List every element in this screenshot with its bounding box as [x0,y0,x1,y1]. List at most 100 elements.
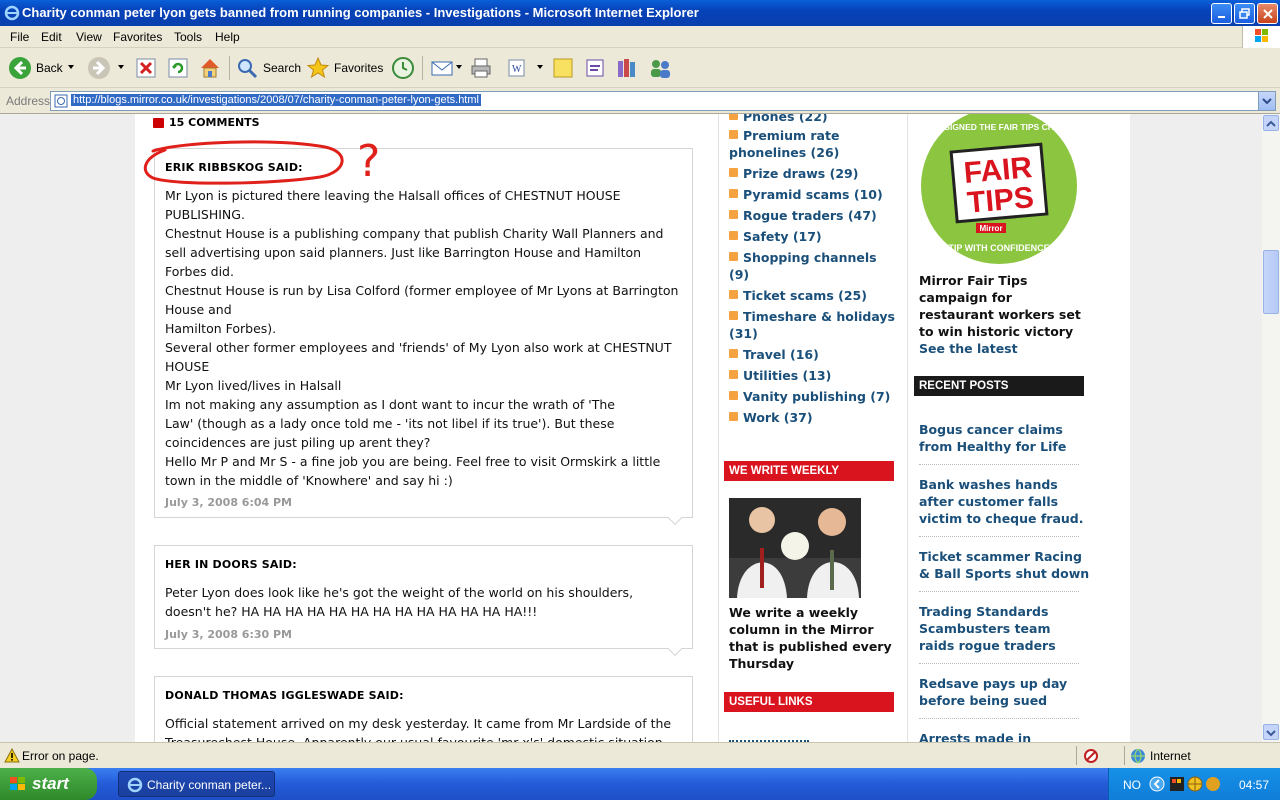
start-label: start [32,774,69,793]
search-button[interactable]: Search [235,54,301,82]
menu-file[interactable]: File [10,30,29,44]
warning-icon [4,748,20,763]
edit-button[interactable]: W [505,54,529,82]
category-travel[interactable]: Travel (16) [729,346,897,363]
recent-post-link[interactable]: Bogus cancer claims from Healthy for Lif… [919,421,1066,455]
category-premium-rate[interactable]: Premium rate phonelines (26) [729,127,897,161]
recent-post-link[interactable]: Ticket scammer Racing & Ball Sports shut… [919,548,1089,582]
category-ticket-scams[interactable]: Ticket scams (25) [729,287,897,304]
recent-post-link[interactable]: Arrests made in [919,730,1031,742]
stop-button[interactable] [135,54,157,82]
menu-tools[interactable]: Tools [174,30,202,44]
rss-icon [729,290,738,299]
scroll-thumb[interactable] [1263,250,1279,314]
back-button[interactable]: Back [8,54,63,82]
category-safety[interactable]: Safety (17) [729,228,897,245]
recent-post-link[interactable]: Redsave pays up day before being sued [919,675,1067,709]
network-icon[interactable] [1187,776,1203,792]
comment-line: PUBLISHING. [165,207,245,222]
back-label: Back [36,61,63,75]
star-icon [306,56,330,79]
fair-tips-link[interactable]: See the latest [919,340,1018,357]
start-button[interactable]: start [0,768,97,800]
category-phones[interactable]: Phones (22) [729,114,897,125]
window-title: Charity conman peter lyon gets banned fr… [22,5,699,20]
vertical-scrollbar[interactable] [1262,114,1280,742]
fair-tips-text: Mirror Fair Tips campaign for restaurant… [919,273,1081,339]
fair-tips-badge[interactable]: FAIR TIPS WE'VE SIGNED THE FAIR TIPS CHA… [918,114,1080,266]
taskbar-item-label: Charity conman peter... [147,778,272,792]
status-text[interactable]: Error on page. [22,749,99,763]
maximize-button[interactable] [1234,3,1255,24]
back-dropdown-icon[interactable] [68,65,74,69]
comment-date: July 3, 2008 6:04 PM [165,496,292,509]
rss-icon [729,168,738,177]
category-utilities[interactable]: Utilities (13) [729,367,897,384]
columnists-photo [729,498,861,598]
category-shopping-channels[interactable]: Shopping channels (9) [729,249,897,283]
mail-dropdown-icon[interactable] [456,65,462,69]
rss-icon [729,130,738,139]
comment-line: HOUSE [165,359,210,374]
refresh-button[interactable] [167,54,189,82]
volume-icon[interactable] [1169,776,1185,792]
discuss-button[interactable] [551,54,575,82]
menu-favorites[interactable]: Favorites [113,30,162,44]
minimize-button[interactable] [1211,3,1232,24]
category-prize-draws[interactable]: Prize draws (29) [729,165,897,182]
toolbar: Back Search Favorites W [0,48,1280,88]
scroll-up-button[interactable] [1263,115,1279,131]
books-icon [618,59,635,77]
recent-post-link[interactable]: Bank washes hands after customer falls v… [919,476,1084,527]
category-rogue-traders[interactable]: Rogue traders (47) [729,207,897,224]
divider [919,536,1079,537]
address-dropdown-button[interactable] [1258,92,1275,110]
research-button[interactable] [615,54,639,82]
comment-3: DONALD THOMAS IGGLESWADE SAID: Official … [154,676,693,742]
mail-button[interactable] [430,54,454,82]
menu-help[interactable]: Help [215,30,240,44]
category-pyramid-scams[interactable]: Pyramid scams (10) [729,186,897,203]
close-window-button[interactable] [1257,3,1278,24]
comment-date: July 3, 2008 6:30 PM [165,628,292,641]
favorites-button[interactable]: Favorites [306,54,383,82]
contacts-button[interactable] [647,54,673,82]
popup-blocked-icon[interactable] [1083,748,1099,764]
history-button[interactable] [391,54,415,82]
address-url: http://blogs.mirror.co.uk/investigations… [71,94,481,106]
print-button[interactable] [469,54,493,82]
menu-edit[interactable]: Edit [41,30,62,44]
chevron-down-icon [1266,730,1276,737]
address-input[interactable]: http://blogs.mirror.co.uk/investigations… [50,91,1276,111]
comment-bubble-icon [153,117,164,128]
we-write-weekly-text: We write a weekly column in the Mirror t… [729,605,892,671]
tray-app-icon[interactable] [1205,776,1221,792]
forward-dropdown-icon[interactable] [118,65,124,69]
address-label: Address [6,94,51,108]
comment-author: ERIK RIBBSKOG SAID: [165,161,303,174]
recent-post-link[interactable]: Trading Standards Scambusters team raids… [919,603,1056,654]
forward-button[interactable] [87,54,111,82]
taskbar: start Charity conman peter... NO 04:57 [0,768,1280,800]
chevron-down-icon [1262,98,1272,105]
scroll-down-button[interactable] [1263,724,1279,740]
history-icon [392,57,414,79]
taskbar-ie-window[interactable]: Charity conman peter... [118,771,275,797]
language-indicator[interactable]: NO [1123,778,1141,792]
comment-line: Peter Lyon does look like he's got the w… [165,585,634,600]
home-button[interactable] [198,54,222,82]
comment-line: Hamilton Forbes). [165,321,277,336]
home-icon [201,59,219,78]
comment-line: Hello Mr P and Mr S - a fine job you are… [165,454,661,469]
category-timeshare-holidays[interactable]: Timeshare & holidays (31) [729,308,897,342]
comment-line: Chestnut House is run by Lisa Colford (f… [165,283,679,298]
category-vanity-publishing[interactable]: Vanity publishing (7) [729,388,897,405]
messenger-button[interactable] [584,54,608,82]
favorites-label: Favorites [334,61,384,75]
edit-dropdown-icon[interactable] [537,65,543,69]
comment-body: Official statement arrived on my desk ye… [165,714,671,742]
column-divider [907,114,908,742]
category-work[interactable]: Work (37) [729,409,897,426]
chevron-left-icon[interactable] [1149,776,1165,792]
menu-view[interactable]: View [76,30,102,44]
